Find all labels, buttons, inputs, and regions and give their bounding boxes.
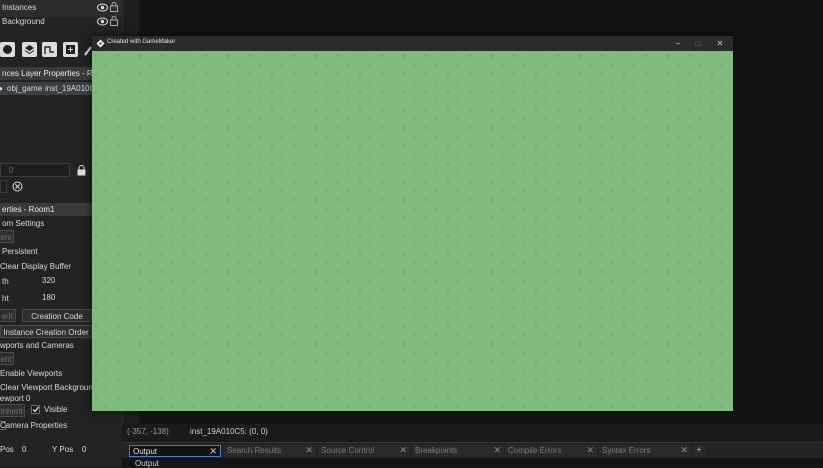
close-icon[interactable]: ✕ [712,38,728,49]
layer-value-field[interactable]: 0 [0,163,70,177]
camera-properties-label: Camera Properties [0,421,68,430]
gamemaker-logo-icon [96,39,105,48]
tab-compile-errors[interactable]: Compile Errors ✕ [505,445,597,457]
edit-layer-button[interactable] [84,42,92,57]
game-window-title: Created with GameMaker [107,39,176,45]
path-icon [44,46,54,54]
instance-creation-order-button[interactable]: Instance Creation Order [0,325,92,338]
clear-circle-icon[interactable] [12,181,23,192]
circle-icon [3,45,12,54]
add-path-layer-button[interactable] [42,42,57,57]
eye-icon[interactable] [97,3,108,12]
tab-source-control[interactable]: Source Control ✕ [318,445,410,457]
small-field[interactable] [0,180,7,193]
layer-label: Background [2,17,45,26]
inherit-button[interactable]: Inherit [0,404,25,417]
lock-icon[interactable] [110,16,118,26]
close-icon[interactable]: ✕ [680,445,688,456]
layer-row-background[interactable]: Background [0,14,122,31]
cursor-coordinates: (-357, -138) [127,427,169,436]
output-panel: Output [122,458,823,468]
room-width-field[interactable]: 320 [38,273,90,287]
clear-viewport-background-checkbox-label[interactable]: Clear Viewport Background [0,383,97,392]
lock-icon[interactable] [110,2,118,12]
y-pos-field[interactable]: 0 [82,445,86,454]
height-label: ht [2,294,9,303]
room-settings-label: om Settings [2,219,45,228]
layers-icon [24,45,35,55]
output-tab-strip: Output ✕ Search Results ✕ Source Control ✕ … [122,442,823,459]
enable-viewports-checkbox-label[interactable]: Enable Viewports [0,369,62,378]
visible-checkbox[interactable] [31,405,40,414]
game-window-titlebar[interactable]: Created with GameMaker – □ ✕ [92,36,733,51]
lock-icon[interactable] [77,165,86,176]
eye-icon[interactable] [97,17,108,26]
checkmark-icon [32,406,39,413]
add-layer-button[interactable] [63,42,78,57]
creation-code-button[interactable]: Creation Code [22,309,92,322]
persistent-checkbox-label[interactable]: Persistent [2,247,38,256]
add-tile-layer-button[interactable] [22,42,37,57]
viewports-and-cameras-label: wports and Cameras [0,341,74,350]
layer-label: Instances [2,3,37,12]
inherit-button[interactable]: ent [0,352,14,365]
maximize-icon[interactable]: □ [690,38,706,49]
inherit-button[interactable]: erit [0,309,16,322]
plus-icon [66,45,75,54]
instance-object: obj_game [7,84,43,93]
add-tab-button[interactable]: + [693,445,705,457]
instance-info: inst_19A010C5: (0, 0) [190,427,268,436]
game-canvas[interactable] [92,51,733,411]
x-pos-field[interactable]: 0 [22,445,26,454]
width-label: th [2,277,9,286]
status-bar: (-357, -138) inst_19A010C5: (0, 0) [122,424,823,440]
tab-output[interactable]: Output ✕ [129,445,221,457]
close-icon[interactable]: ✕ [399,445,407,456]
inherit-button[interactable]: ent [0,230,14,243]
tab-breakpoints[interactable]: Breakpoints ✕ [412,445,504,457]
visible-label: Visible [44,405,68,414]
clear-display-buffer-checkbox-label[interactable]: Clear Display Buffer [0,262,71,271]
room-height-field[interactable]: 180 [38,290,90,304]
instance-id: inst_19A010C [45,84,96,93]
game-window[interactable]: Created with GameMaker – □ ✕ [92,36,733,411]
close-icon[interactable]: ✕ [209,446,217,457]
y-pos-label: Y Pos [52,445,74,454]
close-icon[interactable]: ✕ [586,445,594,456]
pencil-icon [84,46,92,56]
tab-syntax-errors[interactable]: Syntax Errors ✕ [599,445,691,457]
add-instance-layer-button[interactable] [0,42,15,57]
viewport-0-label[interactable]: iewport 0 [0,394,30,403]
close-icon[interactable]: ✕ [305,445,313,456]
plus-icon: + [696,445,702,454]
x-pos-label: Pos [0,445,14,454]
close-icon[interactable]: ✕ [493,445,501,456]
minimize-icon[interactable]: – [670,38,686,49]
tab-search-results[interactable]: Search Results ✕ [224,445,316,457]
instance-dot-icon: ● [0,84,3,93]
